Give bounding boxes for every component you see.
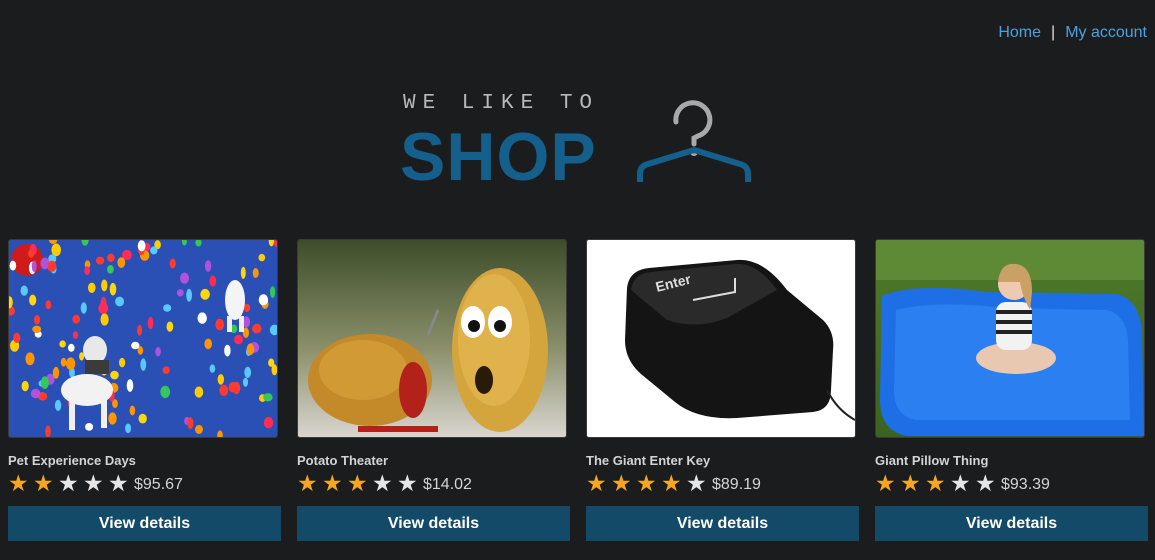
star-icon: ★ (875, 470, 896, 496)
star-icon: ★ (397, 470, 418, 496)
view-details-button[interactable]: View details (8, 506, 281, 541)
star-icon: ★ (372, 470, 393, 496)
view-details-button[interactable]: View details (297, 506, 570, 541)
logo-tagline: WE LIKE TO (403, 92, 600, 115)
star-icon: ★ (636, 470, 657, 496)
star-icon: ★ (33, 470, 54, 496)
potatoes-image[interactable] (297, 239, 567, 438)
product-card: Pet Experience Days ★ ★ ★ ★ ★ $95.67 Vie… (8, 239, 281, 541)
product-price: $95.67 (134, 476, 183, 493)
product-name[interactable]: The Giant Enter Key (586, 453, 858, 469)
product-rating: ★ ★ ★ ★ ★ $89.19 (586, 469, 858, 497)
star-icon: ★ (975, 470, 996, 496)
product-price: $89.19 (712, 476, 761, 493)
star-icon: ★ (347, 470, 368, 496)
star-icon: ★ (322, 470, 343, 496)
logo-wordmark: SHOP (400, 119, 597, 195)
product-name[interactable]: Potato Theater (297, 453, 569, 469)
view-details-button[interactable]: View details (875, 506, 1148, 541)
product-price: $93.39 (1001, 476, 1050, 493)
star-icon: ★ (950, 470, 971, 496)
shop-logo: WE LIKE TO SHOP (400, 92, 760, 195)
hanger-icon (637, 100, 751, 182)
star-icon: ★ (661, 470, 682, 496)
top-nav: Home | My account (998, 24, 1147, 42)
star-icon: ★ (108, 470, 129, 496)
product-rating: ★ ★ ★ ★ ★ $14.02 (297, 469, 569, 497)
star-icon: ★ (925, 470, 946, 496)
star-icon: ★ (686, 470, 707, 496)
product-price: $14.02 (423, 476, 472, 493)
product-rating: ★ ★ ★ ★ ★ $93.39 (875, 469, 1147, 497)
my-account-link[interactable]: My account (1065, 24, 1147, 41)
product-card: Giant Pillow Thing ★ ★ ★ ★ ★ $93.39 View… (875, 239, 1148, 541)
home-link[interactable]: Home (998, 24, 1041, 41)
star-icon: ★ (83, 470, 104, 496)
view-details-button[interactable]: View details (586, 506, 859, 541)
product-card: Enter The Giant Enter Key ★ ★ ★ ★ ★ $89.… (586, 239, 859, 541)
star-icon: ★ (297, 470, 318, 496)
star-icon: ★ (8, 470, 29, 496)
star-icon: ★ (586, 470, 607, 496)
product-name[interactable]: Giant Pillow Thing (875, 453, 1147, 469)
nav-separator: | (1051, 24, 1056, 41)
product-card: Potato Theater ★ ★ ★ ★ ★ $14.02 View det… (297, 239, 570, 541)
star-icon: ★ (900, 470, 921, 496)
balloons-dogs-image[interactable] (8, 239, 278, 438)
enter-key-image[interactable]: Enter (586, 239, 856, 438)
star-icon: ★ (611, 470, 632, 496)
star-icon: ★ (58, 470, 79, 496)
product-rating: ★ ★ ★ ★ ★ $95.67 (8, 469, 280, 497)
product-name[interactable]: Pet Experience Days (8, 453, 280, 469)
pillow-image[interactable] (875, 239, 1145, 438)
